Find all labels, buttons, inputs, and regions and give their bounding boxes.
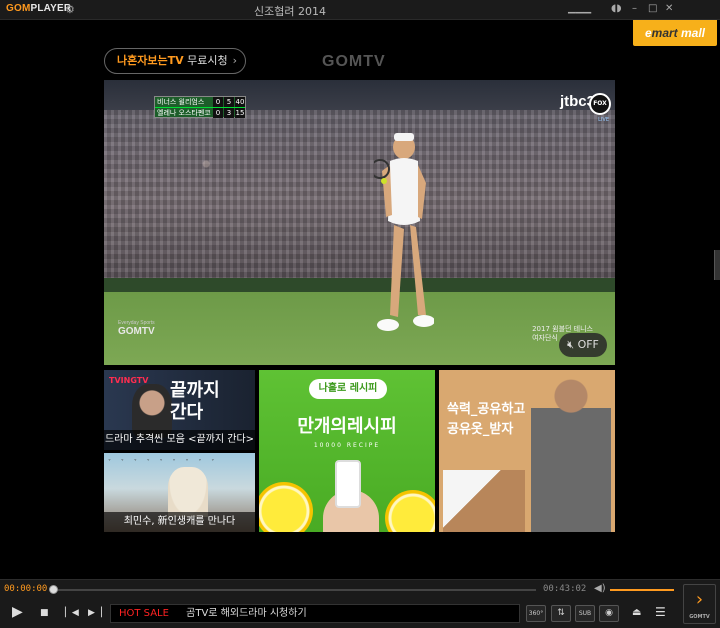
thumbnail-title: 쓱력_공유하고 공유옷_받자: [447, 400, 525, 440]
video-crowd: [104, 110, 615, 290]
subtitle-button[interactable]: SUB: [575, 605, 595, 622]
thumbnail-caption: 최민수, 新인생캐를 만나다: [104, 512, 255, 532]
score-player-name: 옐레나 오스타펜코: [157, 109, 211, 117]
score-points: 40: [235, 97, 245, 107]
score-games: 5: [224, 97, 234, 107]
volume-icon[interactable]: ◀): [594, 583, 606, 594]
volume-slider[interactable]: [610, 589, 674, 591]
seek-bar-area: 00:00:00 00:43:02 ◀): [0, 579, 720, 599]
camera-icon[interactable]: ◉: [599, 605, 619, 622]
speaker-mode-icon[interactable]: ◖◗: [611, 3, 622, 14]
eject-icon[interactable]: ⏏: [632, 607, 641, 618]
close-icon[interactable]: ✕: [665, 3, 673, 14]
mute-toggle-button[interactable]: 🔇︎ OFF: [559, 333, 607, 357]
video-watermark: Everyday Sports GOMTV: [118, 320, 155, 337]
score-sets: 0: [213, 108, 223, 118]
promo-highlight: 나혼자보는TV: [117, 54, 184, 67]
recipe-title: 만개의레시피: [297, 416, 397, 437]
chevron-right-icon: ›: [695, 589, 704, 610]
clothing-image: [443, 470, 525, 532]
score-player-name: 비너스 윌리엄스: [157, 98, 205, 106]
score-sets: 0: [213, 97, 223, 107]
main-area: 나혼자보는TV 무료시청 › GOMTV 비너스 윌리엄스 0 5 40 옐레나…: [0, 21, 720, 579]
chevron-right-icon: ›: [232, 54, 237, 67]
speaker-muted-icon: 🔇︎: [567, 338, 575, 351]
hot-sale-label: HOT SALE: [119, 608, 169, 619]
phone-image: [335, 460, 361, 508]
side-panel-handle[interactable]: [714, 250, 720, 280]
live-label: LIVE: [598, 117, 609, 123]
ad-ticker[interactable]: HOT SALE 곰TV로 해외드라마 시청하기: [110, 604, 520, 623]
minimize-to-bar-icon[interactable]: ▁▁▁: [568, 3, 591, 14]
thumbnail-title-line2: 공유옷_받자: [447, 422, 514, 437]
total-time: 00:43:02: [543, 584, 587, 594]
banner-mall: mall: [677, 26, 706, 40]
figure-image: [168, 467, 208, 517]
mute-label: OFF: [577, 338, 599, 351]
score-points: 15: [235, 108, 245, 118]
birds-decoration: ˅ ˅ ˅ ˅ ˅ ˅ ˅ ˅ ˅: [108, 459, 219, 466]
play-icon[interactable]: ▶: [12, 604, 23, 620]
thumbnail-title-line2: 간다: [170, 402, 204, 423]
thumbnail-title: 끝까지 간다: [170, 380, 220, 424]
thumbnail-caption: 드라마 추격씬 모음 <끝까지 간다>: [104, 430, 255, 450]
recipe-subtitle: 10000 RECIPE: [313, 442, 381, 449]
maximize-icon[interactable]: □: [648, 3, 657, 14]
video-player[interactable]: 비너스 윌리엄스 0 5 40 옐레나 오스타펜코 0 3 15 jtbc3 F…: [104, 80, 615, 365]
gomtv-panel-button[interactable]: › GOMTV: [683, 584, 716, 624]
ticker-message: 곰TV로 해외드라마 시청하기: [186, 608, 307, 619]
previous-icon[interactable]: ▏◀: [65, 608, 79, 618]
stop-icon[interactable]: ■: [40, 608, 49, 618]
gomtv-button-label: GOMTV: [689, 614, 710, 620]
scoreboard: 비너스 윌리엄스 0 5 40 옐레나 오스타펜코 0 3 15: [154, 96, 246, 118]
menu-icon[interactable]: ☰: [655, 605, 666, 619]
control-bar: ▶ ■ ▏◀ ▶▕ HOT SALE 곰TV로 해외드라마 시청하기 360° …: [0, 599, 720, 628]
tving-badge: TVINGTV: [109, 376, 149, 385]
score-games: 3: [224, 108, 234, 118]
title-bar: GOMPLAYER ⚙ 신조협려 2014 ▁▁▁ ◖◗ – □ ✕: [0, 0, 720, 20]
thumbnail-title-line1: 끝까지: [170, 380, 220, 401]
window-title: 신조협려 2014: [254, 5, 326, 18]
thumbnail-choi-minsu[interactable]: ˅ ˅ ˅ ˅ ˅ ˅ ˅ ˅ ˅ 최민수, 新인생캐를 만나다: [104, 453, 255, 532]
gomtv-logo: GOMTV: [322, 53, 386, 70]
next-icon[interactable]: ▶▕: [88, 608, 102, 618]
thumbnail-drama-chase[interactable]: TVINGTV 끝까지 간다 드라마 추격씬 모음 <끝까지 간다>: [104, 370, 255, 450]
seek-knob[interactable]: [49, 585, 58, 594]
equalizer-icon[interactable]: ⇅: [551, 605, 571, 622]
thumbnail-title-line1: 쓱력_공유하고: [447, 402, 526, 417]
lemon-image: [259, 482, 313, 532]
tennis-player-figure: [374, 133, 434, 331]
lemon-image: [385, 490, 435, 532]
seek-track[interactable]: [54, 589, 536, 591]
score-row: 옐레나 오스타펜코 0 3 15: [155, 107, 245, 118]
promo-button[interactable]: 나혼자보는TV 무료시청 ›: [104, 48, 246, 74]
recipe-pill: 나홀로 레시피: [309, 379, 387, 399]
promo-text: 무료시청: [187, 54, 228, 67]
vr-360-button[interactable]: 360°: [526, 605, 546, 622]
thumbnail-emart-share[interactable]: 쓱력_공유하고 공유옷_받자: [439, 370, 615, 532]
minimize-icon[interactable]: –: [632, 3, 637, 14]
fox-logo: FOX: [589, 93, 611, 115]
emart-mall-banner[interactable]: emart mall: [633, 20, 717, 46]
current-time: 00:00:00: [4, 584, 48, 594]
watermark-text: GOMTV: [118, 326, 155, 337]
thumbnail-recipe[interactable]: 나홀로 레시피 만개의레시피 10000 RECIPE: [259, 370, 435, 532]
score-row: 비너스 윌리엄스 0 5 40: [155, 97, 245, 107]
banner-mart: mart: [651, 26, 678, 40]
model-image: [531, 374, 611, 532]
banner-e: e: [644, 26, 652, 40]
